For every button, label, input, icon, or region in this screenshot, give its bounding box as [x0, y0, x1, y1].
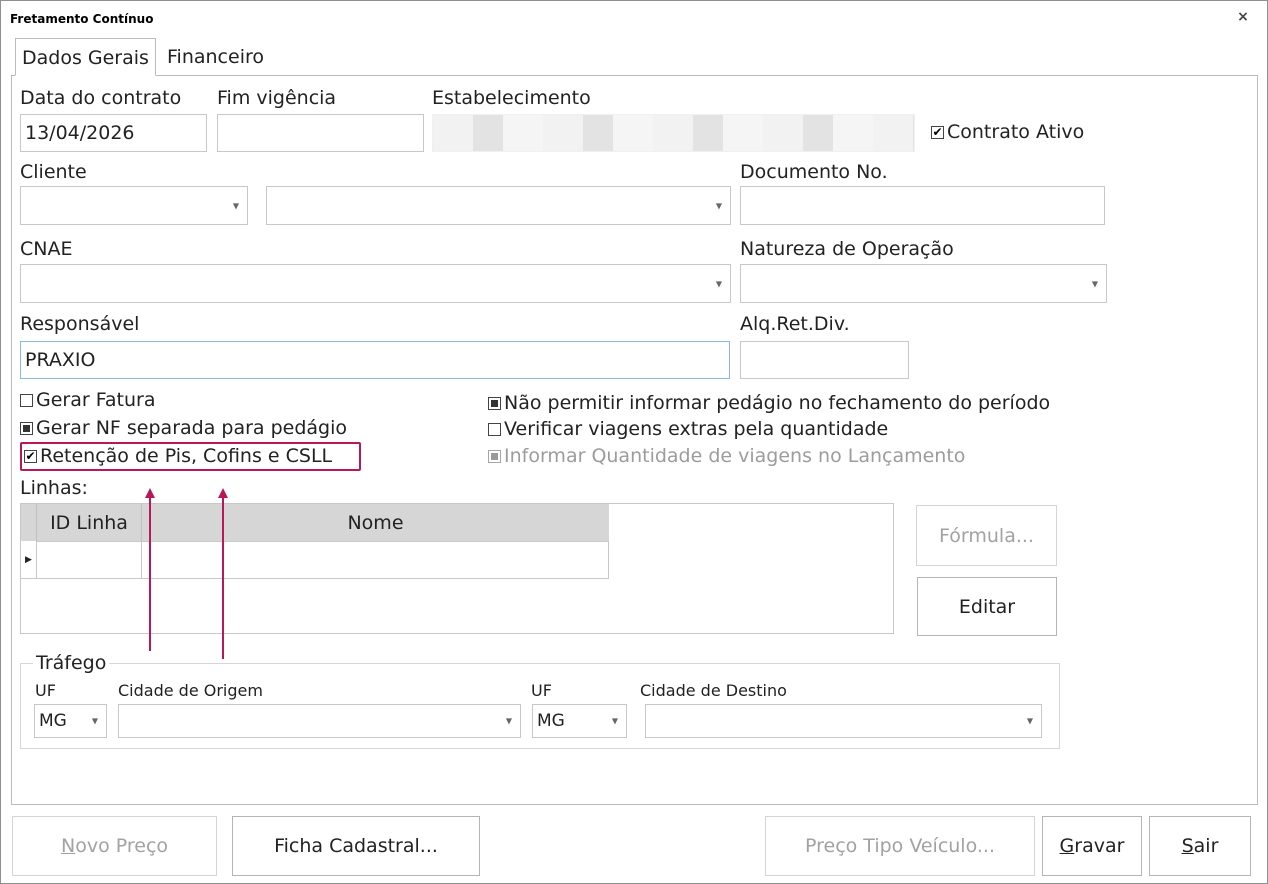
checkbox-unchecked-icon: [20, 393, 33, 407]
tab-financeiro[interactable]: Financeiro: [161, 38, 270, 76]
uf-label: UF: [35, 681, 56, 700]
annotation-arrow-line: [222, 498, 224, 659]
annotation-arrow-head: [145, 488, 155, 498]
retencao-checkbox[interactable]: ✔ Retenção de Pis, Cofins e CSLL: [24, 445, 332, 467]
gerar-nf-label: Gerar NF separada para pedágio: [36, 417, 348, 439]
window-title: Fretamento Contínuo: [10, 12, 154, 26]
responsavel-input[interactable]: PRAXIO: [20, 341, 730, 379]
dialog-window: Fretamento Contínuo × Dados Gerais Finan…: [0, 0, 1268, 884]
fim-vigencia-input[interactable]: [217, 114, 424, 152]
informar-checkbox: Informar Quantidade de viagens no Lançam…: [488, 445, 965, 467]
column-header-id-linha[interactable]: ID Linha: [37, 504, 142, 541]
grid-cell[interactable]: [142, 541, 609, 579]
uf-origem-value: MG: [39, 711, 67, 731]
novo-preco-label: ovo Preço: [75, 835, 169, 857]
grid-cell[interactable]: [37, 541, 142, 579]
responsavel-label: Responsável: [20, 313, 140, 335]
data-contrato-label: Data do contrato: [20, 87, 182, 109]
informar-label: Informar Quantidade de viagens no Lançam…: [504, 445, 966, 467]
novo-preco-button[interactable]: Novo Preço: [12, 816, 217, 876]
cliente-name-combo[interactable]: ▼: [266, 186, 731, 225]
gravar-label: ravar: [1074, 835, 1125, 857]
cnae-label: CNAE: [20, 238, 73, 260]
contrato-ativo-checkbox[interactable]: ✔ Contrato Ativo: [931, 121, 1084, 143]
cidade-origem-combo[interactable]: ▼: [118, 704, 521, 738]
tab-dados-gerais[interactable]: Dados Gerais: [15, 38, 156, 76]
fim-vigencia-label: Fim vigência: [217, 87, 337, 109]
aliq-input[interactable]: [740, 341, 909, 379]
cidade-destino-combo[interactable]: ▼: [645, 704, 1042, 738]
checkbox-unchecked-icon: [488, 422, 501, 436]
nao-permitir-label: Não permitir informar pedágio no fechame…: [504, 392, 1051, 414]
chevron-down-icon: ▼: [611, 716, 618, 726]
sair-label: air: [1193, 835, 1219, 857]
preco-tipo-veiculo-button[interactable]: Preço Tipo Veículo...: [765, 816, 1035, 876]
checkbox-indeterminate-icon: [20, 421, 33, 435]
gravar-mnemonic: G: [1059, 835, 1075, 857]
verificar-label: Verificar viagens extras pela quantidade: [504, 418, 889, 440]
origem-label: Cidade de Origem: [118, 681, 263, 700]
chevron-down-icon: ▼: [715, 201, 722, 210]
estabelecimento-label: Estabelecimento: [432, 87, 591, 109]
aliq-label: Alq.Ret.Div.: [740, 313, 850, 335]
gerar-fatura-checkbox[interactable]: Gerar Fatura: [20, 389, 156, 411]
gerar-nf-checkbox[interactable]: Gerar NF separada para pedágio: [20, 417, 347, 439]
grid-table: ID Linha Nome ▶: [21, 504, 609, 579]
formula-button[interactable]: Fórmula...: [916, 505, 1057, 566]
retencao-label: Retenção de Pis, Cofins e CSLL: [40, 445, 333, 467]
contrato-ativo-label: Contrato Ativo: [947, 121, 1085, 143]
close-icon[interactable]: ×: [1235, 9, 1251, 25]
cliente-label: Cliente: [20, 161, 87, 183]
cnae-combo[interactable]: ▼: [20, 264, 731, 303]
chevron-down-icon: ▼: [1026, 716, 1033, 726]
documento-input[interactable]: [740, 186, 1105, 225]
natureza-combo[interactable]: ▼: [740, 264, 1107, 303]
verificar-checkbox[interactable]: Verificar viagens extras pela quantidade: [488, 418, 888, 440]
chevron-down-icon: ▼: [232, 201, 239, 210]
annotation-arrow-line: [149, 498, 151, 651]
sair-mnemonic: S: [1181, 835, 1194, 857]
uf-destino-value: MG: [537, 711, 565, 731]
documento-label: Documento No.: [740, 161, 888, 183]
row-indicator-icon: ▶: [21, 541, 37, 579]
nao-permitir-checkbox[interactable]: Não permitir informar pedágio no fechame…: [488, 392, 1050, 414]
linhas-label: Linhas:: [20, 477, 88, 499]
ficha-cadastral-button[interactable]: Ficha Cadastral...: [232, 816, 480, 876]
chevron-down-icon: ▼: [91, 716, 98, 726]
gravar-button[interactable]: Gravar: [1042, 816, 1142, 876]
checkbox-checked-icon: ✔: [24, 448, 37, 463]
chevron-down-icon: ▼: [505, 716, 512, 726]
checkbox-checked-icon: ✔: [931, 124, 944, 139]
checkbox-indeterminate-icon: [488, 396, 501, 410]
annotation-arrow-head: [218, 488, 228, 498]
sair-button[interactable]: Sair: [1149, 816, 1251, 876]
uf-origem-combo[interactable]: MG ▼: [34, 704, 107, 738]
novo-preco-mnemonic: N: [60, 835, 76, 857]
uf2-label: UF: [531, 681, 552, 700]
cliente-code-combo[interactable]: ▼: [20, 186, 248, 225]
uf-destino-combo[interactable]: MG ▼: [532, 704, 627, 738]
natureza-label: Natureza de Operação: [740, 238, 954, 260]
chevron-down-icon: ▼: [1091, 279, 1098, 288]
data-contrato-input[interactable]: 13/04/2026: [20, 114, 207, 152]
checkbox-indeterminate-icon: [488, 449, 501, 463]
trafego-title: Tráfego: [33, 652, 110, 674]
chevron-down-icon: ▼: [715, 279, 722, 288]
editar-button[interactable]: Editar: [917, 577, 1057, 636]
column-header-nome[interactable]: Nome: [142, 504, 609, 541]
gerar-fatura-label: Gerar Fatura: [36, 389, 156, 411]
grid-corner: [21, 504, 37, 541]
destino-label: Cidade de Destino: [640, 681, 787, 700]
estabelecimento-field[interactable]: [432, 114, 915, 152]
